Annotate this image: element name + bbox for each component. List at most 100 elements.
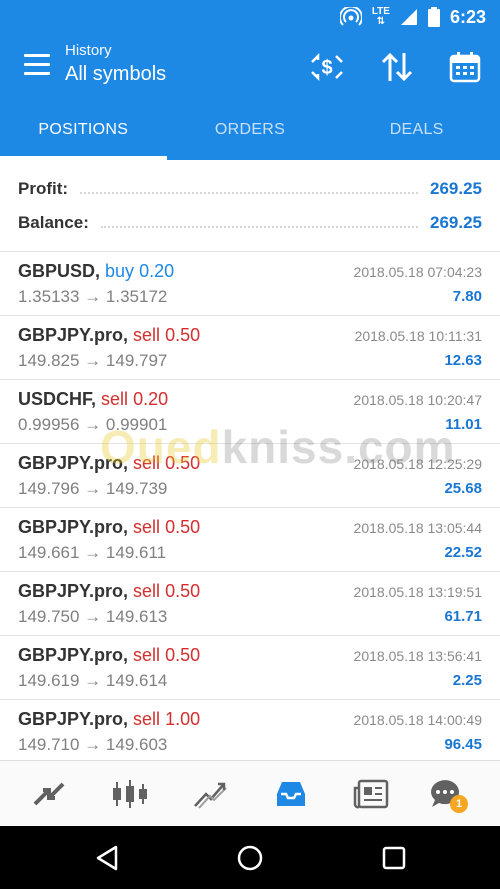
deal-open-price: 0.99956 [18,415,80,434]
balance-value: 269.25 [430,213,482,232]
deal-volume: 0.50 [165,453,201,473]
hotspot-icon [339,7,362,26]
tab-orders[interactable]: ORDERS [167,100,334,160]
deal-symbol: GBPJPY.pro, [18,517,129,537]
bottom-nav: 1 [0,760,500,826]
balance-label: Balance: [18,213,89,232]
currency-exchange-icon[interactable]: $ [308,48,346,86]
tab-bar: POSITIONS ORDERS DEALS [0,100,500,160]
deal-profit: 7.80 [452,288,482,305]
deal-profit: 2.25 [452,672,482,689]
deal-symbol: USDCHF, [18,389,97,409]
history-icon[interactable] [270,773,312,815]
deal-volume: 0.50 [165,325,201,345]
deal-profit: 11.01 [445,416,482,433]
deal-open-price: 149.619 [18,671,80,690]
quotes-icon[interactable] [28,773,70,815]
svg-text:$: $ [321,57,332,79]
tab-positions[interactable]: POSITIONS [0,100,167,160]
deal-profit: 96.45 [444,736,482,753]
list-item[interactable]: GBPJPY.pro, sell 0.50 149.619 → 149.614 … [0,636,500,700]
deal-title: GBPJPY.pro, sell 0.50 [18,517,200,538]
battery-icon [427,7,440,27]
deal-title: GBPJPY.pro, sell 0.50 [18,581,200,602]
app-bar: History All symbols $ [0,34,500,100]
deal-side: sell [133,581,161,601]
system-nav-bar [0,826,500,889]
deal-side: sell [133,645,161,665]
deal-open-price: 1.35133 [18,287,80,306]
deal-open-price: 149.825 [18,351,80,370]
deal-symbol: GBPJPY.pro, [18,581,129,601]
signal-icon [400,9,417,25]
deal-side: sell [133,325,161,345]
chart-icon[interactable] [109,773,151,815]
balance-row: Balance: 269.25 [18,209,482,237]
news-icon[interactable] [350,773,392,815]
home-icon[interactable] [234,842,266,874]
deal-symbol: GBPJPY.pro, [18,645,129,665]
calendar-icon[interactable] [446,48,484,86]
list-item[interactable]: GBPJPY.pro, sell 0.50 149.661 → 149.611 … [0,508,500,572]
deal-time: 2018.05.18 10:20:47 [353,392,482,408]
deal-time: 2018.05.18 12:25:29 [353,456,482,472]
deal-time: 2018.05.18 13:19:51 [353,584,482,600]
list-item[interactable]: GBPJPY.pro, sell 0.50 149.825 → 149.797 … [0,316,500,380]
deal-time: 2018.05.18 13:05:44 [353,520,482,536]
deal-open-price: 149.710 [18,735,80,754]
title-block: History All symbols [65,42,166,86]
back-icon[interactable] [91,842,123,874]
deal-prices: 149.750 → 149.613 [18,607,168,626]
deal-symbol: GBPJPY.pro, [18,453,129,473]
leader-dots [100,218,418,228]
chat-icon[interactable]: 1 [424,773,468,815]
deal-profit: 61.71 [444,608,482,625]
tab-deals[interactable]: DEALS [333,100,500,160]
deal-close-price: 149.797 [105,351,168,370]
summary-panel: Profit: 269.25 Balance: 269.25 [0,160,500,252]
deal-volume: 0.50 [165,645,201,665]
deal-time: 2018.05.18 14:00:49 [353,712,482,728]
deal-title: GBPJPY.pro, sell 0.50 [18,453,200,474]
deal-symbol: GBPUSD, [18,261,101,281]
deal-side: sell [133,453,161,473]
profit-value: 269.25 [430,179,482,198]
deal-prices: 149.825 → 149.797 [18,351,168,370]
trade-icon[interactable] [189,773,231,815]
recents-icon[interactable] [378,842,410,874]
list-item[interactable]: GBPJPY.pro, sell 0.50 149.796 → 149.739 … [0,444,500,508]
deal-close-price: 149.613 [105,607,168,626]
deal-close-price: 149.611 [105,543,167,562]
deal-close-price: 149.739 [105,479,168,498]
deal-title: GBPUSD, buy 0.20 [18,261,174,282]
deal-prices: 149.661 → 149.611 [18,543,167,562]
deal-prices: 1.35133 → 1.35172 [18,287,168,306]
profit-row: Profit: 269.25 [18,175,482,203]
list-item[interactable]: GBPJPY.pro, sell 0.50 149.750 → 149.613 … [0,572,500,636]
deal-volume: 1.00 [165,709,201,729]
sort-icon[interactable] [378,48,416,86]
status-icons: LTE ⇅ 6:23 [339,6,486,28]
deal-prices: 0.99956 → 0.99901 [18,415,168,434]
deal-time: 2018.05.18 07:04:23 [353,264,482,280]
deal-volume: 0.20 [133,389,169,409]
page-title[interactable]: All symbols [65,63,166,86]
menu-icon[interactable] [24,54,50,76]
deal-close-price: 149.603 [105,735,168,754]
deal-side: buy [105,261,135,281]
deal-side: sell [133,517,161,537]
list-item[interactable]: USDCHF, sell 0.20 0.99956 → 0.99901 2018… [0,380,500,444]
deal-title: GBPJPY.pro, sell 0.50 [18,645,200,666]
deal-side: sell [101,389,129,409]
list-item[interactable]: GBPUSD, buy 0.20 1.35133 → 1.35172 2018.… [0,252,500,316]
status-bar: LTE ⇅ 6:23 [0,0,500,34]
deal-symbol: GBPJPY.pro, [18,709,129,729]
deal-prices: 149.619 → 149.614 [18,671,168,690]
list-item[interactable]: GBPJPY.pro, sell 1.00 149.710 → 149.603 … [0,700,500,764]
lte-icon: LTE ⇅ [371,6,390,27]
deal-open-price: 149.661 [18,543,80,562]
clock: 6:23 [449,6,486,27]
deal-volume: 0.50 [165,581,201,601]
chat-badge: 1 [450,795,468,813]
deal-profit: 22.52 [444,544,482,561]
